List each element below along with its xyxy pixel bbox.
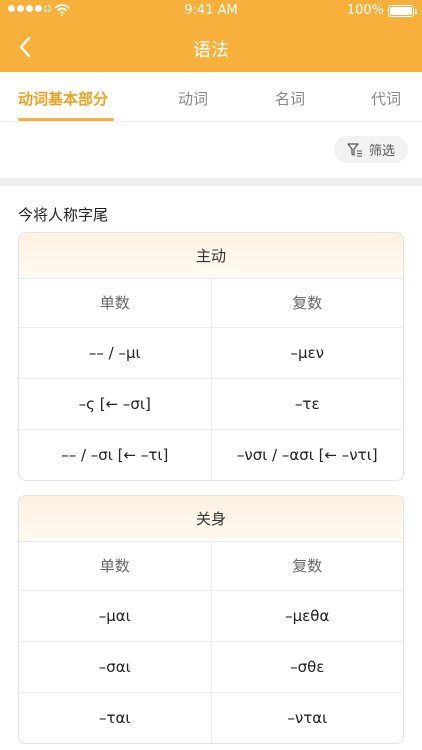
header-plural: 复数 — [292, 557, 323, 575]
status-bar: 9:41 AM 100% — [0, 0, 422, 22]
table-row: –μαι –μεθα — [19, 591, 403, 642]
table-row: –σαι –σθε — [19, 642, 403, 693]
table-title: 主动 — [19, 233, 403, 279]
table-header-row: 单数 复数 — [19, 279, 403, 328]
battery-icon — [388, 5, 417, 17]
table-cell: –σαι — [19, 642, 212, 692]
table-cell: –μεν — [290, 344, 325, 362]
tab-verbs[interactable]: 动词 — [178, 88, 208, 109]
tab-pronouns[interactable]: 代词 — [371, 88, 401, 109]
table-cell: –ται — [19, 693, 212, 743]
table-row: –ται –νται — [19, 693, 403, 743]
active-voice-table: 主动 单数 复数 –– / –μι –μεν –ς [← –σι] –τε ––… — [18, 232, 404, 481]
tab-bar: 动词基本部分 动词 名词 代词 — [0, 72, 422, 122]
battery-percent: 100% — [346, 3, 384, 18]
table-title: 关身 — [19, 496, 403, 542]
header-singular: 单数 — [19, 542, 212, 590]
table-cell: –– / –μι — [19, 328, 212, 378]
table-cell: –τε — [294, 395, 320, 413]
tab-nouns[interactable]: 名词 — [275, 88, 305, 109]
filter-label: 筛选 — [368, 144, 395, 159]
table-cell: –– / –σι [← –τι] — [19, 430, 212, 480]
table-cell: –μεθα — [285, 607, 330, 625]
section-divider — [0, 178, 422, 186]
table-cell: –νσι / –ασι [← –ντι] — [236, 446, 378, 464]
header-plural: 复数 — [292, 294, 323, 312]
table-row: –ς [← –σι] –τε — [19, 379, 403, 430]
table-header-row: 单数 复数 — [19, 542, 403, 591]
filter-row: 筛选 — [0, 122, 422, 178]
filter-icon — [347, 142, 362, 157]
active-tab-indicator — [18, 118, 114, 121]
header-singular: 单数 — [19, 279, 212, 327]
tab-verb-basics[interactable]: 动词基本部分 — [18, 88, 108, 109]
page-title: 语法 — [193, 40, 229, 61]
middle-voice-table: 关身 单数 复数 –μαι –μεθα –σαι –σθε –ται –νται — [18, 495, 404, 744]
table-cell: –ς [← –σι] — [19, 379, 212, 429]
filter-button[interactable]: 筛选 — [334, 136, 408, 163]
table-row: –– / –σι [← –τι] –νσι / –ασι [← –ντι] — [19, 430, 403, 480]
table-cell: –νται — [287, 709, 328, 727]
nav-header: 9:41 AM 100% 语法 — [0, 0, 422, 72]
section-title: 今将人称字尾 — [18, 206, 109, 224]
table-cell: –μαι — [19, 591, 212, 641]
table-row: –– / –μι –μεν — [19, 328, 403, 379]
table-cell: –σθε — [290, 658, 325, 676]
